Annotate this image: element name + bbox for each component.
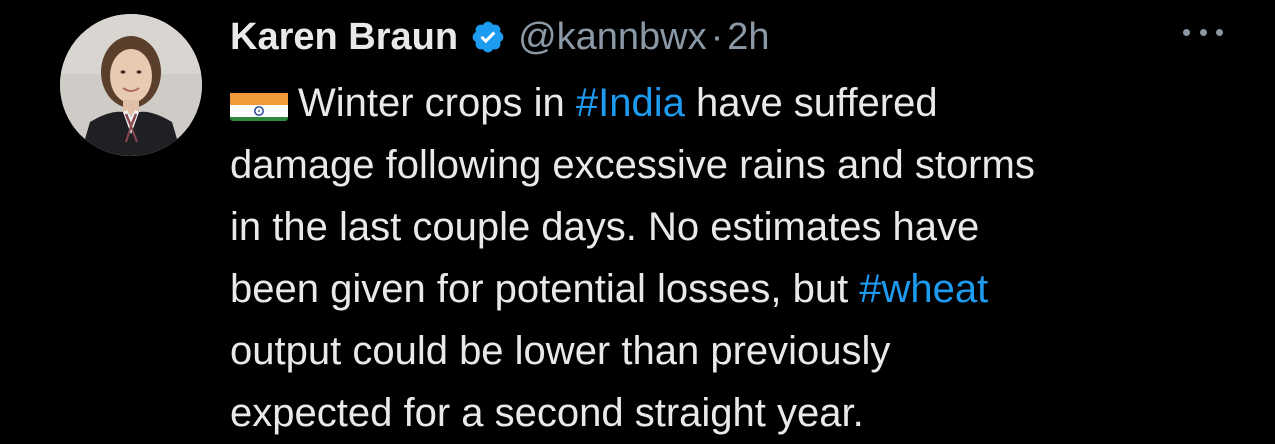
tweet-line-1: Winter crops in #India have suffered bbox=[230, 72, 1230, 134]
more-dot bbox=[1183, 28, 1190, 36]
tweet-line-4: been given for potential losses, but #wh… bbox=[230, 258, 1230, 320]
hashtag-india-link[interactable]: #India bbox=[576, 81, 685, 125]
verified-badge-icon bbox=[470, 19, 506, 55]
avatar[interactable] bbox=[60, 14, 202, 156]
tweet-line-2: damage following excessive rains and sto… bbox=[230, 134, 1230, 196]
more-options-icon[interactable] bbox=[1183, 22, 1223, 42]
hashtag-wheat-link[interactable]: #wheat bbox=[859, 267, 988, 311]
tweet-text-segment: in the last couple days. No estimates ha… bbox=[230, 205, 980, 249]
tweet-line-6: expected for a second straight year. bbox=[230, 382, 1230, 444]
author-name[interactable]: Karen Braun bbox=[230, 16, 458, 59]
header-separator: · bbox=[710, 15, 724, 58]
tweet-text-segment: expected for a second straight year. bbox=[230, 391, 864, 435]
author-handle[interactable]: @kannbwx bbox=[518, 16, 707, 59]
tweet-timestamp[interactable]: 2h bbox=[727, 16, 769, 59]
tweet[interactable]: Karen Braun @kannbwx · 2h Winter crops i… bbox=[0, 0, 1275, 437]
tweet-text-segment: Winter crops in bbox=[298, 81, 576, 125]
tweet-text-segment: damage following excessive rains and sto… bbox=[230, 143, 1035, 187]
tweet-text-segment: output could be lower than previously bbox=[230, 329, 891, 373]
tweet-header: Karen Braun @kannbwx · 2h bbox=[230, 12, 770, 62]
tweet-line-5: output could be lower than previously bbox=[230, 320, 1230, 382]
more-dot bbox=[1216, 28, 1223, 36]
tweet-text-segment: been given for potential losses, but bbox=[230, 267, 860, 311]
tweet-text: Winter crops in #India have suffered dam… bbox=[230, 72, 1230, 444]
tweet-line-3: in the last couple days. No estimates ha… bbox=[230, 196, 1230, 258]
avatar-image bbox=[60, 14, 202, 156]
more-dot bbox=[1199, 28, 1207, 36]
tweet-text-segment: have suffered bbox=[684, 81, 938, 125]
india-flag-icon bbox=[230, 85, 288, 121]
